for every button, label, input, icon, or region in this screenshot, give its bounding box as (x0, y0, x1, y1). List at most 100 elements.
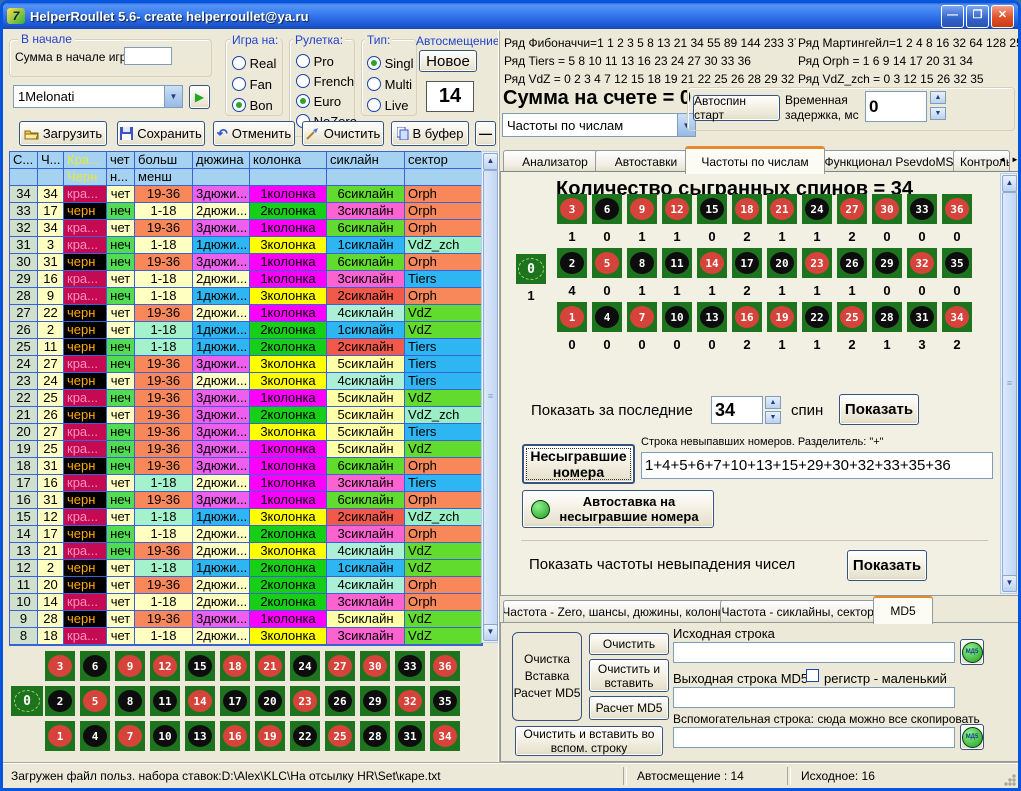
tab-freq-zero-chances[interactable]: Частота - Zero, шансы, дюжины, колонки (503, 600, 729, 623)
resize-grip[interactable] (1004, 774, 1016, 786)
copy-to-clipboard-button[interactable]: В буфер (391, 121, 469, 146)
tab-freq-sixlines-sectors[interactable]: Частота - сиклайны, сектора (720, 600, 882, 623)
delay-up-icon[interactable]: ▲ (930, 91, 946, 104)
radio-live[interactable]: Live (367, 98, 408, 113)
roulette-cell-13[interactable]: 13 (185, 721, 215, 751)
md5-run-button-1[interactable]: МД5 (960, 639, 984, 665)
radio-icon[interactable] (367, 56, 381, 70)
minimize-button[interactable]: — (941, 5, 964, 28)
autoshift-new-button[interactable]: Новое (419, 50, 477, 72)
roulette-cell-20[interactable]: 20 (255, 686, 285, 716)
roulette-cell-25[interactable]: 25 (325, 721, 355, 751)
tabs-scroll-right-icon[interactable]: ► (1009, 152, 1021, 168)
radio-pro[interactable]: Pro (296, 54, 334, 69)
tabs-scroll-left-icon[interactable]: ◄ (996, 152, 1008, 168)
roulette-cell-15[interactable]: 15 (185, 651, 215, 681)
chevron-down-icon[interactable]: ▼ (164, 86, 182, 107)
lowercase-checkbox[interactable] (806, 669, 819, 682)
radio-multi[interactable]: Multi (367, 77, 412, 92)
roulette-zero-cell[interactable]: 0 (11, 686, 43, 716)
md5-clear-paste-button[interactable]: Очистить и вставить (589, 659, 669, 692)
radio-icon[interactable] (296, 54, 310, 68)
roulette-cell-18[interactable]: 18 (220, 651, 250, 681)
md5-calc-button[interactable]: Расчет MD5 (589, 696, 669, 720)
scroll-down-icon[interactable]: ▼ (1002, 575, 1017, 592)
roulette-cell-6[interactable]: 6 (80, 651, 110, 681)
roulette-cell-3[interactable]: 3 (45, 651, 75, 681)
roulette-cell-11[interactable]: 11 (150, 686, 180, 716)
md5-clear-button[interactable]: Очистить (589, 633, 669, 655)
roulette-cell-16[interactable]: 16 (220, 721, 250, 751)
scrollbar-thumb[interactable]: ≡ (483, 170, 498, 627)
scroll-up-icon[interactable]: ▲ (483, 153, 498, 170)
md5-aux-input[interactable] (673, 727, 955, 748)
roulette-cell-21[interactable]: 21 (255, 651, 285, 681)
collapse-button[interactable]: — (475, 121, 496, 146)
md5-clear-paste-aux-button[interactable]: Очистить и вставить во вспом. строку (515, 726, 663, 756)
scroll-down-icon[interactable]: ▼ (483, 624, 498, 641)
save-button[interactable]: Сохранить (117, 121, 205, 146)
spins-down-icon[interactable]: ▼ (765, 411, 781, 424)
freq-panel-scrollbar[interactable]: ▲ ≡ ▼ (1000, 173, 1017, 594)
md5-source-input[interactable] (673, 642, 955, 663)
maximize-button[interactable]: ❒ (966, 5, 989, 28)
md5-out-input[interactable] (673, 687, 955, 708)
roulette-cell-5[interactable]: 5 (80, 686, 110, 716)
roulette-cell-24[interactable]: 24 (290, 651, 320, 681)
spins-up-icon[interactable]: ▲ (765, 396, 781, 409)
tab-autobets[interactable]: Автоставки (595, 150, 697, 172)
roulette-cell-19[interactable]: 19 (255, 721, 285, 751)
show-button[interactable]: Показать (839, 394, 919, 425)
roulette-cell-29[interactable]: 29 (360, 686, 390, 716)
radio-icon[interactable] (232, 77, 246, 91)
show-last-input[interactable] (711, 396, 763, 424)
roulette-cell-27[interactable]: 27 (325, 651, 355, 681)
delay-down-icon[interactable]: ▼ (930, 107, 946, 120)
close-button[interactable]: ✕ (991, 5, 1014, 28)
scrollbar-thumb[interactable]: ≡ (1002, 192, 1017, 578)
roulette-cell-17[interactable]: 17 (220, 686, 250, 716)
missed-numbers-button[interactable]: Несыгравшие номера (522, 444, 635, 484)
radio-fan[interactable]: Fan (232, 77, 272, 92)
radio-icon[interactable] (232, 98, 246, 112)
roulette-cell-1[interactable]: 1 (45, 721, 75, 751)
roulette-cell-9[interactable]: 9 (115, 651, 145, 681)
delay-input[interactable] (865, 91, 927, 122)
play-button[interactable]: ▶ (189, 85, 210, 109)
autospin-start-button[interactable]: Автоспин старт (693, 95, 780, 121)
roulette-cell-12[interactable]: 12 (150, 651, 180, 681)
tab-number-frequencies[interactable]: Частоты по числам (685, 146, 825, 174)
roulette-cell-32[interactable]: 32 (395, 686, 425, 716)
title-bar[interactable]: 7 HelperRoullet 5.6- create helperroulle… (3, 3, 1018, 29)
md5-run-button-2[interactable]: МД5 (960, 724, 984, 750)
roulette-cell-35[interactable]: 35 (430, 686, 460, 716)
roulette-cell-30[interactable]: 30 (360, 651, 390, 681)
radio-icon[interactable] (296, 94, 310, 108)
roulette-cell-7[interactable]: 7 (115, 721, 145, 751)
missed-numbers-input[interactable] (641, 452, 993, 479)
roulette-cell-28[interactable]: 28 (360, 721, 390, 751)
radio-real[interactable]: Real (232, 56, 276, 71)
radio-bon[interactable]: Bon (232, 98, 273, 113)
preset-combo[interactable]: 1Melonati ▼ (13, 85, 183, 108)
roulette-cell-36[interactable]: 36 (430, 651, 460, 681)
show-missing-button[interactable]: Показать (847, 550, 927, 581)
radio-french[interactable]: French (296, 74, 354, 89)
tab-md5[interactable]: MD5 (873, 596, 933, 624)
roulette-cell-4[interactable]: 4 (80, 721, 110, 751)
history-table-scrollbar[interactable]: ▲ ≡ ▼ (481, 151, 498, 643)
mode-combo[interactable]: Частоты по числам ▼ (502, 113, 696, 137)
load-button[interactable]: Загрузить (19, 121, 107, 146)
radio-icon[interactable] (232, 56, 246, 70)
tab-psevdoms[interactable]: Функционал PsevdoMS (813, 150, 965, 172)
autobet-missed-button[interactable]: Автоставка на несыгравшие номера (522, 490, 714, 528)
undo-button[interactable]: ↶ Отменить (213, 121, 295, 146)
start-sum-input[interactable] (124, 47, 172, 65)
radio-icon[interactable] (367, 77, 381, 91)
roulette-cell-8[interactable]: 8 (115, 686, 145, 716)
roulette-cell-34[interactable]: 34 (430, 721, 460, 751)
roulette-cell-22[interactable]: 22 (290, 721, 320, 751)
roulette-cell-2[interactable]: 2 (45, 686, 75, 716)
roulette-cell-33[interactable]: 33 (395, 651, 425, 681)
roulette-cell-26[interactable]: 26 (325, 686, 355, 716)
